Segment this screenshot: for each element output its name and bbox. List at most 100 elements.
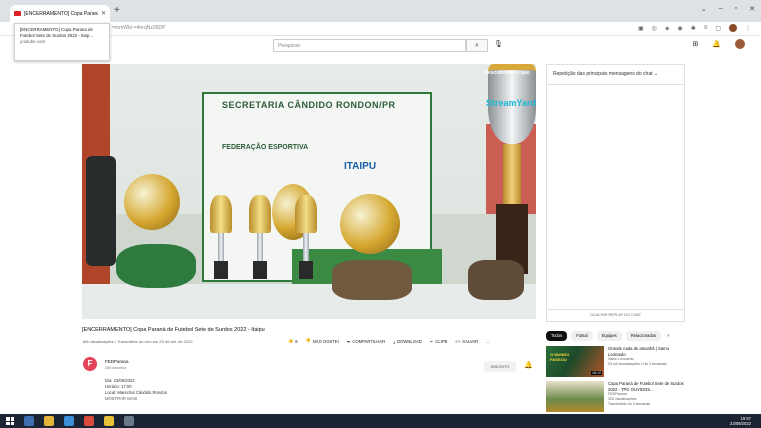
extension-icon[interactable]: ▢ — [715, 25, 721, 32]
extension-icon[interactable]: ▣ — [638, 25, 644, 32]
chat-header[interactable]: Repetição das principais mensagens do ch… — [547, 65, 684, 85]
soccer-ball — [124, 174, 180, 230]
puzzle-icon[interactable]: ✱ — [691, 25, 696, 32]
taskbar-apps — [24, 416, 134, 426]
video-meta: 166 visualizações • Transmitido ao vivo … — [82, 339, 193, 344]
related-info: Grande nada de amanhã | Samu Leonardo Sa… — [608, 346, 686, 377]
streamyard-logo: StreamYard — [486, 98, 536, 108]
small-trophy — [295, 195, 317, 279]
channel-name[interactable]: FEDParana — [105, 359, 129, 364]
extension-icon[interactable]: ◉ — [678, 25, 683, 32]
share-label: COMPARTILHAR — [352, 338, 386, 344]
extension-icon[interactable]: ◎ — [652, 25, 657, 32]
tab-tooltip: [ENCERRAMENTO] Copa Parana de Futebol Se… — [14, 23, 110, 61]
filter-chips: Todos Futsal Equipes Relacionados › — [546, 331, 669, 341]
browser-window: [ENCERRAMENTO] Copa Parana ✕ + ⌄ – ▫ ✕ =… — [0, 0, 761, 428]
related-title[interactable]: Grande nada de amanhã | Samu Leonardo — [608, 346, 686, 357]
windows-taskbar: 19:57 23/09/2022 — [0, 414, 761, 428]
chevron-down-icon[interactable]: ⌄ — [654, 71, 658, 77]
tab-strip: [ENCERRAMENTO] Copa Parana ✕ + ⌄ – ▫ ✕ — [0, 0, 761, 22]
edge-icon[interactable] — [64, 416, 74, 426]
subscriber-count: 283 inscritos — [105, 366, 127, 370]
mic-icon[interactable]: 🎙 — [494, 40, 503, 48]
like-button[interactable]: 👍 8 — [288, 338, 298, 344]
clip-label: CLIPE — [435, 338, 448, 344]
new-tab-button[interactable]: + — [114, 6, 120, 16]
related-meta: 23 mil visualizações • Há 3 semanas — [608, 362, 667, 366]
related-video[interactable]: Copa Paraná de Futebol Sete de Surdos 20… — [546, 381, 686, 412]
small-trophy — [249, 195, 271, 279]
search-input[interactable]: Pesquisar — [273, 39, 466, 52]
account-avatar[interactable] — [735, 39, 745, 49]
maximize-button[interactable]: ▫ — [735, 5, 737, 13]
minimize-button[interactable]: – — [719, 5, 723, 13]
tooltip-host: youtube.com — [20, 39, 46, 44]
close-window-button[interactable]: ✕ — [749, 5, 755, 13]
thumbs-down-icon: 👎 — [305, 338, 311, 343]
file-explorer-icon[interactable] — [44, 416, 54, 426]
green-ribbons — [116, 244, 196, 288]
video-actions: 👍 8 👎 NÃO GOSTEI ➦ COMPARTILHAR ⤓ DOWNLOAD ✂… — [288, 338, 490, 344]
subscribe-button[interactable]: INSCRITO — [484, 361, 516, 372]
channel-avatar[interactable]: F — [83, 357, 97, 371]
bell-icon[interactable]: 🔔 — [524, 361, 533, 369]
live-chat-replay: Repetição das principais mensagens do ch… — [546, 64, 685, 322]
youtube-header: Pesquisar ⌕ 🎙 ⊞ 🔔 — [0, 36, 761, 56]
folder-icon[interactable] — [104, 416, 114, 426]
save-label: SALVAR — [462, 338, 479, 344]
extension-icons: ▣ ◎ ◈ ◉ ✱ ≡ ▢ ⋮ — [638, 24, 751, 32]
system-tray-clock[interactable]: 19:57 23/09/2022 — [730, 416, 751, 426]
scissors-icon: ✂ — [429, 338, 434, 344]
chip-equipes[interactable]: Equipes — [596, 331, 622, 341]
chat-header-label: Repetição das principais mensagens do ch… — [553, 71, 653, 77]
download-label: DOWNLOAD — [397, 338, 422, 344]
windows-start-icon[interactable] — [6, 417, 14, 425]
related-info: Copa Paraná de Futebol Sete de Surdos 20… — [608, 381, 686, 412]
player-figurine — [86, 156, 116, 266]
browser-tab[interactable]: [ENCERRAMENTO] Copa Parana ✕ — [10, 5, 110, 22]
stream-overlay-text: Descobrindo o que — [484, 70, 530, 76]
close-icon[interactable]: ✕ — [101, 10, 106, 17]
medals — [468, 260, 524, 300]
extension-icon[interactable]: ◈ — [665, 25, 670, 32]
show-more-button[interactable]: MOSTRAR MAIS — [105, 396, 167, 402]
tab-search-icon[interactable]: ⌄ — [701, 5, 707, 13]
hide-chat-button[interactable]: OCULTAR REPLAY DO CHAT — [547, 309, 684, 321]
video-thumbnail[interactable]: O MUNDO PASSOU 18:10 — [546, 346, 604, 377]
dislike-button[interactable]: 👎 NÃO GOSTEI — [306, 338, 339, 344]
clip-button[interactable]: ✂ CLIPE — [430, 339, 448, 344]
chrome-icon[interactable] — [84, 416, 94, 426]
dislike-label: NÃO GOSTEI — [312, 338, 339, 344]
thumbs-up-icon: 👍 — [288, 338, 294, 343]
related-meta: Transmitido há 3 semanas — [608, 402, 651, 406]
banner-text: SECRETARIA CÂNDIDO RONDON/PR — [222, 100, 396, 110]
related-video[interactable]: O MUNDO PASSOU 18:10 Grande nada de amanh… — [546, 346, 686, 377]
sponsor-logo: ITAIPU — [344, 161, 377, 172]
more-actions-button[interactable]: ... — [486, 339, 490, 344]
chip-relacionados[interactable]: Relacionados — [625, 331, 662, 341]
banner-subtext: FEDERAÇÃO ESPORTIVA — [222, 144, 309, 151]
profile-avatar[interactable] — [729, 24, 737, 32]
video-description: Dia: 23/09/2022 Horário: 17:00 Local: Ma… — [105, 378, 167, 402]
chevron-right-icon[interactable]: › — [665, 331, 669, 341]
medals — [332, 260, 412, 300]
chip-all[interactable]: Todos — [546, 331, 568, 341]
tab-title: [ENCERRAMENTO] Copa Parana — [24, 10, 98, 17]
search-button[interactable]: ⌕ — [466, 39, 488, 52]
like-count: 8 — [295, 338, 298, 344]
related-title[interactable]: Copa Paraná de Futebol Sete de Surdos 20… — [608, 381, 686, 392]
video-thumbnail[interactable] — [546, 381, 604, 412]
address-bar[interactable]: =mmWb/-=4nrqNz26DP — [112, 25, 165, 31]
task-view-icon[interactable] — [24, 416, 34, 426]
create-icon[interactable]: ⊞ — [692, 40, 698, 48]
chip-futsal[interactable]: Futsal — [571, 331, 593, 341]
video-player[interactable]: SECRETARIA CÂNDIDO RONDON/PR FEDERAÇÃO E… — [82, 64, 536, 319]
menu-icon[interactable]: ⋮ — [745, 25, 751, 32]
save-button[interactable]: ≡+ SALVAR — [455, 339, 478, 344]
share-button[interactable]: ➦ COMPARTILHAR — [347, 339, 385, 344]
bell-icon[interactable]: 🔔 — [712, 40, 721, 48]
download-button[interactable]: ⤓ DOWNLOAD — [393, 339, 422, 344]
extension-icon[interactable]: ≡ — [704, 25, 708, 32]
playlist-add-icon: ≡+ — [455, 338, 461, 344]
app-icon[interactable] — [124, 416, 134, 426]
